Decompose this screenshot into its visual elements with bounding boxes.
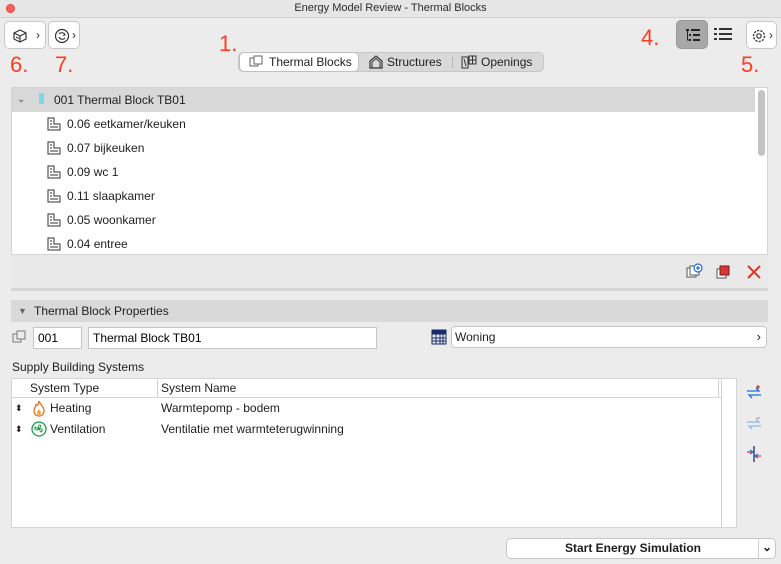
chevron-right-icon: › — [72, 28, 76, 42]
zone-label: 0.04 entree — [67, 237, 128, 251]
zone-label: 0.09 wc 1 — [67, 165, 119, 179]
tree-row-zone[interactable]: 0.07 bijkeuken — [12, 136, 755, 160]
system-name: Ventilatie met warmteterugwinning — [161, 422, 344, 436]
chevron-right-icon: › — [769, 28, 773, 42]
zone-icon — [47, 117, 61, 131]
tree-row-zone[interactable]: 0.04 entree — [12, 232, 755, 256]
tab-structures[interactable]: Structures — [367, 53, 449, 71]
remove-system-icon[interactable] — [745, 416, 763, 432]
column-divider — [718, 379, 719, 397]
thermal-block-color-swatch — [39, 93, 44, 104]
zone-icon — [47, 213, 61, 227]
column-divider — [157, 379, 158, 397]
window-titlebar: Energy Model Review - Thermal Blocks — [0, 0, 781, 18]
openings-icon — [461, 55, 477, 69]
supply-systems-label: Supply Building Systems — [12, 360, 145, 374]
refresh-icon — [54, 28, 70, 44]
tree-scrollbar[interactable] — [758, 90, 765, 156]
zone-label: 0.11 slaapkamer — [67, 189, 155, 203]
tree-view-button[interactable] — [676, 20, 708, 49]
thermal-block-tree: ⌄ 001 Thermal Block TB01 0.06 eetkamer/k… — [11, 87, 768, 255]
annotation-4: 4. — [641, 25, 660, 50]
system-name: Warmtepomp - bodem — [161, 401, 280, 415]
start-button-label: Start Energy Simulation — [564, 541, 702, 555]
tree-row-zone[interactable]: 0.06 eetkamer/keuken — [12, 112, 755, 136]
zone-icon — [47, 189, 61, 203]
thermal-block-id-field[interactable] — [33, 327, 82, 349]
table-row[interactable]: ⬍ Heating Warmtepomp - bodem — [12, 398, 736, 419]
table-row[interactable]: ⬍ Ventilation Ventilatie met warmteterug… — [12, 419, 736, 440]
chevron-right-icon: › — [36, 28, 40, 42]
drag-handle-icon[interactable]: ⬍ — [15, 398, 23, 419]
chevron-down-icon[interactable]: ⌄ — [17, 88, 25, 112]
chevron-down-icon[interactable]: ⌄ — [762, 538, 772, 557]
system-type: Ventilation — [50, 422, 106, 436]
tree-row-zone[interactable]: 0.09 wc 1 — [12, 160, 755, 184]
structures-icon — [369, 55, 383, 69]
assign-zones-icon[interactable] — [715, 263, 733, 281]
tree-row-zone[interactable]: 0.11 slaapkamer — [12, 184, 755, 208]
triangle-down-icon: ▼ — [18, 306, 27, 316]
annotation-6: 6. — [10, 52, 29, 77]
annotation-5: 5. — [741, 52, 760, 77]
flat-list-button[interactable] — [713, 26, 733, 45]
zone-icon — [47, 141, 61, 155]
tab-label: Structures — [387, 55, 442, 69]
thermal-block-id-icon — [12, 330, 26, 343]
tab-divider — [452, 57, 453, 68]
tab-thermal-blocks[interactable]: Thermal Blocks — [240, 53, 358, 71]
tree-row-zone[interactable]: 0.05 woonkamer — [12, 208, 755, 232]
thermal-block-label: 001 Thermal Block TB01 — [54, 93, 186, 107]
thermal-block-name-field[interactable] — [88, 327, 377, 349]
tab-label: Thermal Blocks — [269, 55, 352, 69]
add-thermal-block-icon[interactable] — [685, 263, 703, 281]
gear-icon — [752, 29, 766, 43]
add-system-icon[interactable] — [745, 385, 763, 401]
thermal-block-properties-header[interactable]: ▼ Thermal Block Properties — [11, 300, 768, 322]
split-divider — [758, 539, 759, 558]
fan-icon — [31, 421, 47, 437]
thermal-block-icon — [249, 55, 263, 67]
delete-icon[interactable] — [746, 264, 762, 280]
settings-button[interactable]: › — [746, 21, 777, 49]
tab-openings[interactable]: Openings — [461, 53, 541, 71]
zone-icon — [47, 165, 61, 179]
view-tab-bar: Thermal Blocks Structures Openings — [238, 52, 544, 72]
zone-icon — [47, 237, 61, 251]
operation-profile-select[interactable]: Woning › — [451, 326, 767, 348]
model-view-button[interactable]: › — [4, 21, 46, 49]
split-system-icon[interactable] — [745, 445, 763, 463]
zone-label: 0.06 eetkamer/keuken — [67, 117, 186, 131]
annotation-7: 7. — [55, 52, 74, 77]
zone-label: 0.05 woonkamer — [67, 213, 156, 227]
column-header-system-name[interactable]: System Name — [161, 379, 236, 397]
flame-icon — [33, 400, 45, 417]
list-icon — [714, 28, 732, 40]
system-type: Heating — [50, 401, 92, 415]
annotation-1: 1. — [219, 31, 238, 56]
section-title: Thermal Block Properties — [34, 304, 169, 318]
column-header-system-type[interactable]: System Type — [30, 379, 99, 397]
drag-handle-icon[interactable]: ⬍ — [15, 419, 23, 440]
supply-systems-table: System Type System Name ⬍ Heating Warmte… — [11, 378, 737, 528]
operation-profile-value: Woning — [455, 330, 496, 344]
operation-profile-icon — [431, 329, 447, 345]
tab-label: Openings — [481, 55, 533, 69]
tree-row-thermal-block[interactable]: ⌄ 001 Thermal Block TB01 — [12, 88, 755, 112]
tree-list-icon — [686, 29, 700, 41]
window-title: Energy Model Review - Thermal Blocks — [294, 2, 487, 14]
refresh-menu-button[interactable]: › — [48, 21, 80, 49]
3d-model-icon — [13, 29, 27, 43]
tree-action-bar — [11, 255, 768, 291]
close-window-button[interactable] — [6, 4, 15, 13]
zone-label: 0.07 bijkeuken — [67, 141, 145, 155]
chevron-right-icon: › — [756, 329, 761, 344]
start-energy-simulation-button[interactable]: Start Energy Simulation ⌄ — [506, 538, 776, 559]
